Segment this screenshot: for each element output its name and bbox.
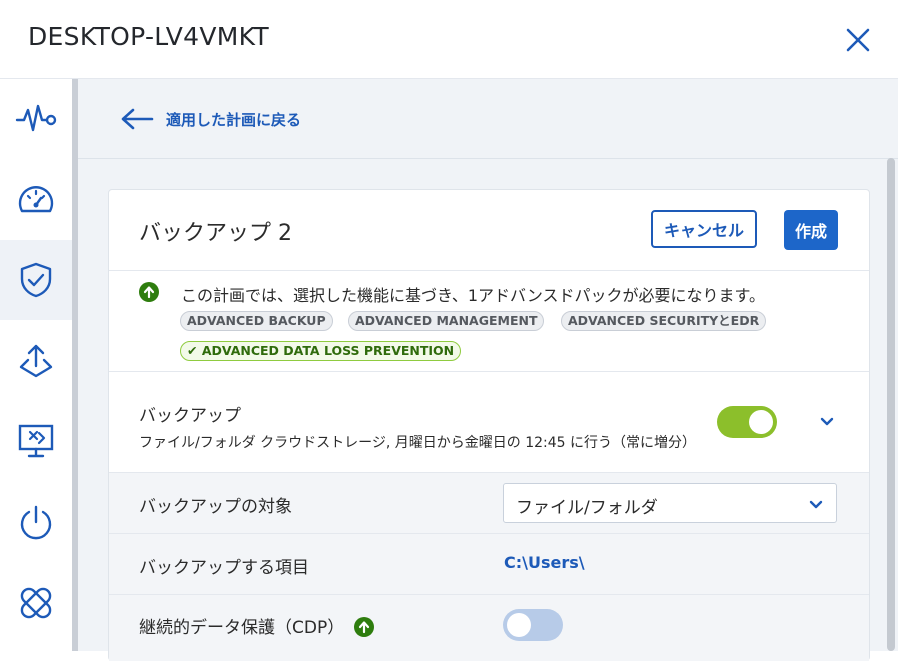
backup-target-value: ファイル/フォルダ	[516, 498, 658, 518]
chevron-down-icon	[809, 500, 823, 509]
deploy-icon	[19, 344, 53, 378]
plan-card: バックアップ 2 キャンセル 作成 この計画では、選択した機能に基づき、1アドバ…	[108, 189, 870, 661]
power-icon	[20, 505, 52, 540]
backup-summary: ファイル/フォルダ クラウドストレージ, 月曜日から金曜日の 12:45 に行う…	[139, 435, 697, 451]
toggle-knob	[507, 613, 531, 637]
toggle-knob	[749, 410, 773, 434]
cdp-label: 継続的データ保護（CDP）	[139, 618, 345, 638]
backup-toggle[interactable]	[717, 406, 777, 438]
sidebar-item-deployment[interactable]	[0, 321, 72, 401]
backup-target-select[interactable]: ファイル/フォルダ	[503, 483, 837, 523]
sidebar	[0, 79, 72, 651]
divider	[109, 371, 869, 372]
license-notice: この計画では、選択した機能に基づき、1アドバンスドパックが必要になります。	[181, 286, 765, 305]
create-button[interactable]: 作成	[784, 210, 838, 250]
sidebar-item-remote-desktop[interactable]	[0, 401, 72, 481]
sidebar-item-protection[interactable]	[0, 240, 72, 320]
sidebar-item-monitoring[interactable]	[0, 79, 72, 159]
sidebar-item-power[interactable]	[0, 482, 72, 562]
backup-items-link[interactable]: C:\Users\	[504, 553, 585, 572]
shield-check-icon	[20, 262, 52, 298]
backup-target-label: バックアップの対象	[139, 497, 292, 517]
window-header: DESKTOP-LV4VMKT	[0, 0, 898, 79]
backup-target-row: バックアップの対象 ファイル/フォルダ	[109, 472, 869, 533]
cdp-toggle[interactable]	[503, 609, 563, 641]
sidebar-item-dashboard[interactable]	[0, 159, 72, 239]
divider	[109, 270, 869, 271]
back-link-label: 適用した計画に戻る	[166, 110, 302, 129]
back-bar: 適用した計画に戻る	[78, 79, 898, 159]
main-scrollbar[interactable]	[887, 158, 895, 651]
chevron-down-icon[interactable]	[819, 415, 835, 427]
gauge-icon	[18, 186, 54, 213]
badge-advanced-management: ADVANCED MANAGEMENT	[348, 311, 545, 331]
pulse-icon	[15, 104, 57, 132]
upgrade-arrow-icon	[139, 282, 159, 302]
upgrade-arrow-icon	[354, 617, 374, 637]
backup-items-label: バックアップする項目	[139, 558, 309, 578]
bandage-icon	[20, 587, 52, 619]
backup-section-label: バックアップ	[139, 406, 241, 426]
cancel-button[interactable]: キャンセル	[651, 210, 757, 248]
sidebar-item-patch[interactable]	[0, 563, 72, 643]
window-title: DESKTOP-LV4VMKT	[28, 22, 269, 51]
badge-advanced-backup: ADVANCED BACKUP	[180, 311, 333, 331]
back-to-applied-plans-link[interactable]: 適用した計画に戻る	[120, 107, 301, 131]
arrow-left-icon	[121, 108, 154, 130]
backup-items-row: バックアップする項目 C:\Users\	[109, 533, 869, 594]
badge-advanced-security-edr: ADVANCED SECURITYとEDR	[561, 311, 767, 331]
close-icon[interactable]	[842, 24, 874, 56]
remote-screen-icon	[18, 424, 54, 458]
badge-advanced-data-loss-prevention: ✔ ADVANCED DATA LOSS PREVENTION	[180, 341, 462, 361]
main-panel: 適用した計画に戻る バックアップ 2 キャンセル 作成 この計画では、選択した機…	[78, 79, 898, 661]
plan-title: バックアップ 2	[139, 221, 292, 246]
